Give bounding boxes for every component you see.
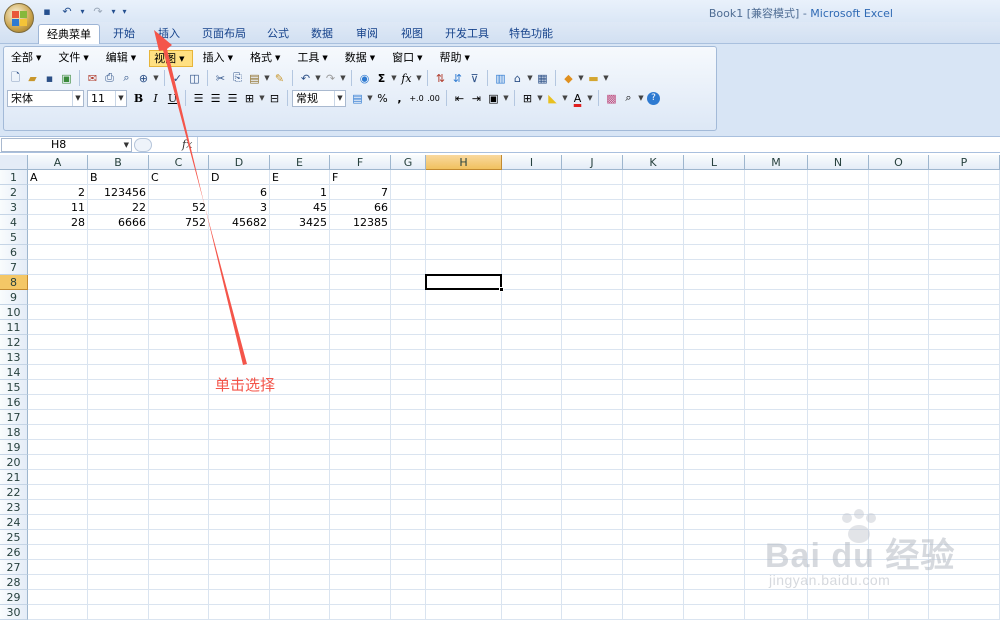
- watermark-url: jingyan.baidu.com: [769, 572, 891, 588]
- annotation-text: 单击选择: [215, 376, 276, 394]
- watermark-brand: Bai du 经验: [765, 537, 956, 575]
- office-button[interactable]: [4, 3, 34, 33]
- annotation-arrow-shape: [154, 30, 247, 365]
- office-logo-icon: [12, 11, 28, 27]
- baidu-watermark: Bai du 经验 jingyan.baidu.com: [755, 508, 995, 608]
